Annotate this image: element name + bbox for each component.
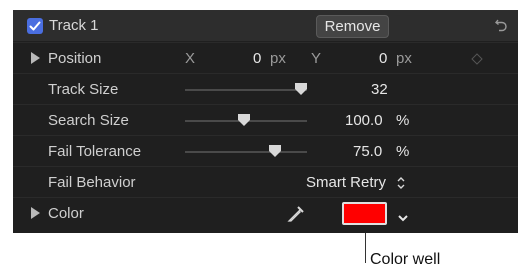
eyedropper-icon[interactable] — [286, 204, 306, 229]
callout-label: Color well — [370, 251, 441, 268]
track-size-slider-thumb[interactable] — [294, 83, 307, 95]
callout-line — [365, 233, 366, 263]
fail-behavior-row: Fail Behavior Smart Retry — [13, 166, 518, 198]
color-label: Color — [48, 205, 84, 222]
track-enable-checkbox[interactable] — [27, 18, 43, 34]
chevron-down-icon[interactable] — [397, 210, 409, 228]
y-unit: px — [396, 50, 412, 67]
up-down-chevrons-icon[interactable] — [396, 176, 406, 195]
diamond-icon[interactable] — [471, 52, 483, 70]
track-size-label: Track Size — [48, 81, 119, 98]
color-well[interactable] — [342, 202, 387, 225]
reset-arrow-icon[interactable] — [493, 17, 509, 38]
x-label: X — [185, 50, 196, 67]
fail-tolerance-unit: % — [396, 143, 410, 160]
fail-tolerance-row: Fail Tolerance 75.0 % — [13, 135, 518, 167]
fail-tolerance-label: Fail Tolerance — [48, 143, 142, 160]
track-size-slider[interactable] — [185, 89, 307, 91]
fail-behavior-select[interactable]: Smart Retry — [306, 174, 386, 191]
checkmark-icon — [29, 21, 41, 31]
x-value[interactable]: 0 — [253, 50, 261, 67]
color-row: Color — [13, 197, 518, 233]
search-size-label: Search Size — [48, 112, 129, 129]
search-size-value[interactable]: 100.0 — [345, 112, 383, 129]
track-size-row: Track Size 32 — [13, 73, 518, 105]
search-size-slider-thumb[interactable] — [237, 114, 250, 126]
tracking-inspector-panel: Track 1 Remove Position X 0 px Y 0 px Tr… — [13, 10, 518, 233]
track-header: Track 1 Remove — [13, 11, 518, 41]
disclosure-triangle-icon[interactable] — [31, 52, 40, 64]
track-size-value[interactable]: 32 — [371, 81, 388, 98]
fail-tolerance-slider[interactable] — [185, 151, 307, 153]
y-value[interactable]: 0 — [379, 50, 387, 67]
fail-tolerance-value[interactable]: 75.0 — [353, 143, 382, 160]
remove-button[interactable]: Remove — [316, 15, 389, 38]
y-label: Y — [311, 50, 322, 67]
position-label: Position — [48, 50, 102, 67]
search-size-row: Search Size 100.0 % — [13, 104, 518, 136]
disclosure-triangle-icon[interactable] — [31, 207, 40, 219]
position-row: Position X 0 px Y 0 px — [13, 42, 518, 74]
x-unit: px — [270, 50, 286, 67]
search-size-unit: % — [396, 112, 410, 129]
fail-behavior-label: Fail Behavior — [48, 174, 136, 191]
track-title: Track 1 — [49, 17, 99, 34]
fail-tolerance-slider-thumb[interactable] — [269, 145, 282, 157]
